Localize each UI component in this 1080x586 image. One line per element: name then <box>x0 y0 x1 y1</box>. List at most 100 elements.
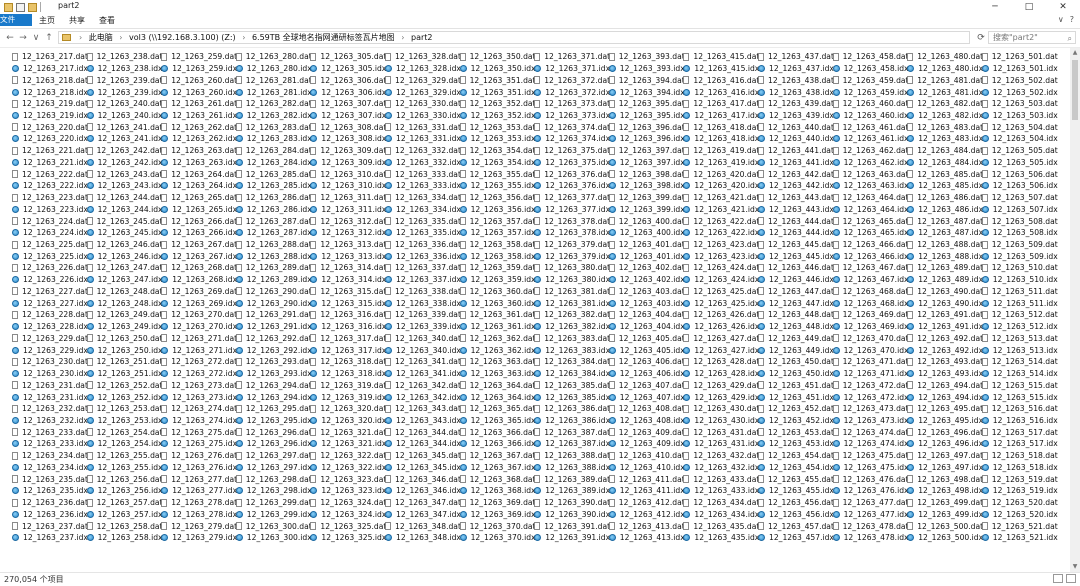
file-item[interactable]: 12_1263_241.dat <box>86 121 163 133</box>
file-item[interactable]: 12_1263_365.idx <box>459 415 536 427</box>
file-item[interactable]: 12_1263_465.dat <box>832 215 909 227</box>
file-item[interactable]: 12_1263_460.dat <box>832 98 909 110</box>
file-item[interactable]: 12_1263_294.idx <box>235 391 312 403</box>
file-item[interactable]: 12_1263_259.dat <box>161 51 237 63</box>
file-item[interactable]: 12_1263_499.idx <box>907 508 983 520</box>
file-item[interactable]: 12_1263_280.dat <box>235 51 312 63</box>
file-item[interactable]: 12_1263_243.dat <box>86 168 163 180</box>
file-item[interactable]: 12_1263_330.idx <box>385 110 461 122</box>
file-item[interactable]: 12_1263_346.dat <box>385 473 461 485</box>
file-item[interactable]: 12_1263_343.dat <box>385 403 461 415</box>
file-item[interactable]: 12_1263_440.idx <box>758 133 834 145</box>
file-item[interactable]: 12_1263_245.dat <box>86 215 163 227</box>
file-item[interactable]: 12_1263_401.dat <box>608 239 685 251</box>
file-item[interactable]: 12_1263_385.dat <box>534 379 610 391</box>
file-item[interactable]: 12_1263_312.idx <box>310 227 386 239</box>
file-item[interactable]: 12_1263_474.idx <box>832 438 909 450</box>
file-item[interactable]: 12_1263_378.idx <box>534 227 610 239</box>
file-item[interactable]: 12_1263_232.idx <box>12 415 88 427</box>
maximize-button[interactable]: □ <box>1012 0 1046 14</box>
file-item[interactable]: 12_1263_354.dat <box>459 145 536 157</box>
file-item[interactable]: 12_1263_357.idx <box>459 227 536 239</box>
file-item[interactable]: 12_1263_470.dat <box>832 333 909 345</box>
file-item[interactable]: 12_1263_413.dat <box>608 520 685 532</box>
file-item[interactable]: 12_1263_231.dat <box>12 379 88 391</box>
file-item[interactable]: 12_1263_337.dat <box>385 262 461 274</box>
file-item[interactable]: 12_1263_258.idx <box>86 532 163 544</box>
file-item[interactable]: 12_1263_420.dat <box>683 168 759 180</box>
vertical-scrollbar[interactable]: ▲ ▼ <box>1070 48 1080 572</box>
file-item[interactable]: 12_1263_391.idx <box>534 532 610 544</box>
file-item[interactable]: 12_1263_507.idx <box>981 203 1058 215</box>
file-item[interactable]: 12_1263_351.dat <box>459 74 536 86</box>
file-item[interactable]: 12_1263_463.idx <box>832 180 909 192</box>
file-item[interactable]: 12_1263_293.dat <box>235 356 312 368</box>
file-item[interactable]: 12_1263_506.idx <box>981 180 1058 192</box>
file-item[interactable]: 12_1263_455.idx <box>758 485 834 497</box>
file-item[interactable]: 12_1263_305.dat <box>310 51 386 63</box>
file-item[interactable]: 12_1263_223.dat <box>12 192 88 204</box>
file-item[interactable]: 12_1263_263.idx <box>161 157 237 169</box>
file-item[interactable]: 12_1263_306.idx <box>310 86 386 98</box>
file-item[interactable]: 12_1263_367.idx <box>459 462 536 474</box>
file-item[interactable]: 12_1263_274.dat <box>161 403 237 415</box>
file-item[interactable]: 12_1263_242.dat <box>86 145 163 157</box>
file-item[interactable]: 12_1263_224.idx <box>12 227 88 239</box>
breadcrumb-folder[interactable]: 6.59TB 全球地名指网通研标签瓦片地图 <box>252 33 395 42</box>
file-item[interactable]: 12_1263_424.idx <box>683 274 759 286</box>
file-item[interactable]: 12_1263_368.idx <box>459 485 536 497</box>
file-item[interactable]: 12_1263_466.dat <box>832 239 909 251</box>
file-item[interactable]: 12_1263_481.idx <box>907 86 983 98</box>
file-item[interactable]: 12_1263_474.dat <box>832 426 909 438</box>
file-item[interactable]: 12_1263_321.dat <box>310 426 386 438</box>
file-item[interactable]: 12_1263_464.dat <box>832 192 909 204</box>
file-item[interactable]: 12_1263_264.dat <box>161 168 237 180</box>
file-item[interactable]: 12_1263_386.dat <box>534 403 610 415</box>
file-item[interactable]: 12_1263_275.dat <box>161 426 237 438</box>
up-button[interactable]: ↑ <box>43 31 55 45</box>
file-item[interactable]: 12_1263_265.dat <box>161 192 237 204</box>
file-item[interactable]: 12_1263_291.idx <box>235 321 312 333</box>
file-item[interactable]: 12_1263_336.idx <box>385 250 461 262</box>
file-item[interactable]: 12_1263_503.idx <box>981 110 1058 122</box>
file-item[interactable]: 12_1263_473.dat <box>832 403 909 415</box>
file-item[interactable]: 12_1263_230.idx <box>12 368 88 380</box>
file-item[interactable]: 12_1263_389.idx <box>534 485 610 497</box>
file-item[interactable]: 12_1263_444.dat <box>758 215 834 227</box>
file-item[interactable]: 12_1263_393.dat <box>608 51 685 63</box>
file-item[interactable]: 12_1263_225.idx <box>12 250 88 262</box>
file-item[interactable]: 12_1263_253.idx <box>86 415 163 427</box>
file-item[interactable]: 12_1263_438.idx <box>758 86 834 98</box>
file-item[interactable]: 12_1263_331.idx <box>385 133 461 145</box>
file-item[interactable]: 12_1263_388.idx <box>534 462 610 474</box>
file-item[interactable]: 12_1263_485.idx <box>907 180 983 192</box>
file-item[interactable]: 12_1263_239.dat <box>86 74 163 86</box>
file-item[interactable]: 12_1263_343.idx <box>385 415 461 427</box>
file-item[interactable]: 12_1263_268.idx <box>161 274 237 286</box>
file-item[interactable]: 12_1263_518.idx <box>981 462 1058 474</box>
file-item[interactable]: 12_1263_341.dat <box>385 356 461 368</box>
file-item[interactable]: 12_1263_384.idx <box>534 368 610 380</box>
file-item[interactable]: 12_1263_295.idx <box>235 415 312 427</box>
file-item[interactable]: 12_1263_464.idx <box>832 203 909 215</box>
file-item[interactable]: 12_1263_279.idx <box>161 532 237 544</box>
file-item[interactable]: 12_1263_387.idx <box>534 438 610 450</box>
file-item[interactable]: 12_1263_366.idx <box>459 438 536 450</box>
file-item[interactable]: 12_1263_339.dat <box>385 309 461 321</box>
file-item[interactable]: 12_1263_357.dat <box>459 215 536 227</box>
file-item[interactable]: 12_1263_465.idx <box>832 227 909 239</box>
file-item[interactable]: 12_1263_431.idx <box>683 438 759 450</box>
file-item[interactable]: 12_1263_423.idx <box>683 250 759 262</box>
file-item[interactable]: 12_1263_336.dat <box>385 239 461 251</box>
file-item[interactable]: 12_1263_381.dat <box>534 286 610 298</box>
file-item[interactable]: 12_1263_245.idx <box>86 227 163 239</box>
file-item[interactable]: 12_1263_294.dat <box>235 379 312 391</box>
file-item[interactable]: 12_1263_293.idx <box>235 368 312 380</box>
file-item[interactable]: 12_1263_498.dat <box>907 473 983 485</box>
file-item[interactable]: 12_1263_338.idx <box>385 297 461 309</box>
file-item[interactable]: 12_1263_441.dat <box>758 145 834 157</box>
file-item[interactable]: 12_1263_340.dat <box>385 333 461 345</box>
file-item[interactable]: 12_1263_249.dat <box>86 309 163 321</box>
file-item[interactable]: 12_1263_374.idx <box>534 133 610 145</box>
file-item[interactable]: 12_1263_340.idx <box>385 344 461 356</box>
